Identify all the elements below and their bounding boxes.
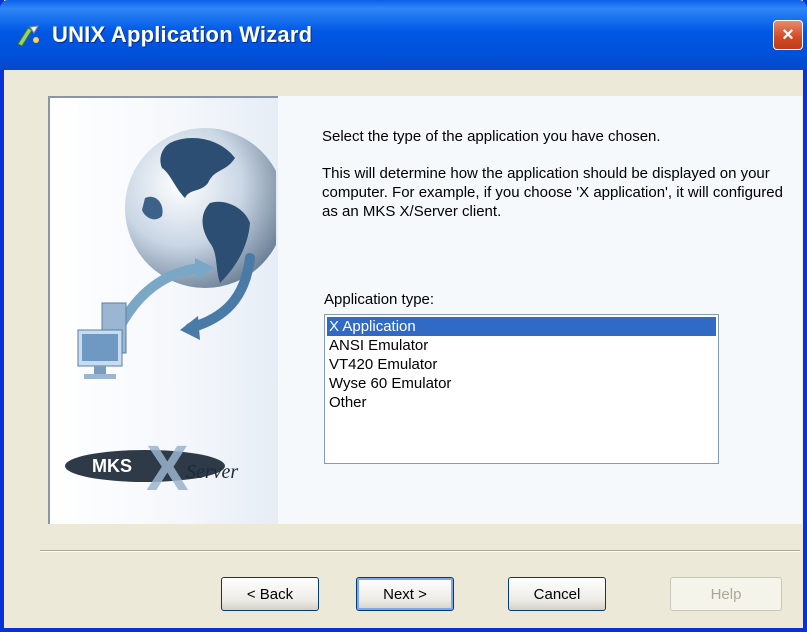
- description-text: This will determine how the application …: [322, 165, 783, 220]
- intro-text: Select the type of the application you h…: [322, 128, 661, 145]
- wizard-window: UNIX Application Wizard × MKS X Server S…: [0, 0, 807, 632]
- list-item-vt420-emulator[interactable]: VT420 Emulator: [327, 355, 716, 374]
- svg-text:MKS: MKS: [92, 456, 132, 476]
- list-item-ansi-emulator[interactable]: ANSI Emulator: [327, 336, 716, 355]
- wizard-banner: MKS X Server: [48, 96, 285, 524]
- cancel-button[interactable]: Cancel: [508, 577, 606, 611]
- list-item-other[interactable]: Other: [327, 393, 716, 412]
- application-type-listbox[interactable]: X Application ANSI Emulator VT420 Emulat…: [324, 314, 719, 464]
- app-wizard-icon: [17, 25, 39, 47]
- next-button[interactable]: Next >: [356, 577, 454, 611]
- list-item-x-application[interactable]: X Application: [327, 317, 716, 336]
- computer-icon: [77, 302, 127, 379]
- instructions: Select the type of the application you h…: [322, 127, 792, 221]
- close-button[interactable]: ×: [773, 20, 803, 50]
- svg-text:X: X: [146, 432, 189, 504]
- close-icon: ×: [782, 24, 794, 46]
- application-type-label: Application type:: [324, 291, 435, 308]
- help-button[interactable]: Help: [670, 577, 782, 611]
- mks-logo: MKS X Server: [65, 432, 238, 504]
- list-item-wyse60-emulator[interactable]: Wyse 60 Emulator: [327, 374, 716, 393]
- svg-text:Server: Server: [186, 461, 238, 483]
- globe-illustration: MKS X Server: [65, 128, 285, 504]
- back-button[interactable]: < Back: [221, 577, 319, 611]
- separator: [40, 550, 800, 552]
- title-bar[interactable]: UNIX Application Wizard ×: [0, 0, 807, 70]
- window-title: UNIX Application Wizard: [52, 22, 313, 47]
